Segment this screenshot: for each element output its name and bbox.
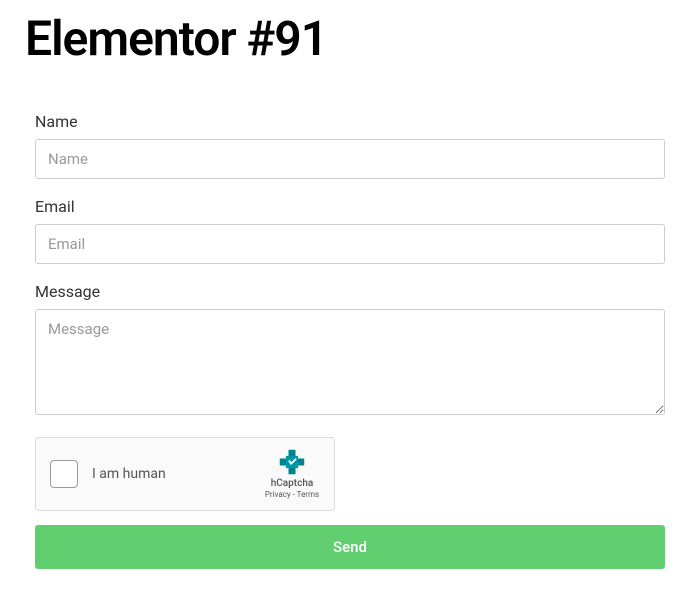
- hcaptcha-widget: I am human hCaptcha Privacy - Terms: [35, 437, 335, 511]
- hcaptcha-brand-name: hCaptcha: [271, 478, 314, 489]
- send-button[interactable]: Send: [35, 525, 665, 569]
- email-input[interactable]: [35, 224, 665, 264]
- page-title: Elementor #91: [0, 0, 690, 67]
- hcaptcha-icon: [278, 448, 306, 476]
- hcaptcha-brand: hCaptcha Privacy - Terms: [260, 448, 324, 500]
- email-label: Email: [35, 197, 665, 216]
- contact-form: Name Email Message I am human hCaptcha P…: [0, 67, 690, 569]
- name-label: Name: [35, 112, 665, 131]
- hcaptcha-checkbox[interactable]: [50, 460, 78, 488]
- hcaptcha-privacy-terms[interactable]: Privacy - Terms: [265, 490, 319, 500]
- name-field-group: Name: [35, 112, 665, 179]
- message-label: Message: [35, 282, 665, 301]
- message-field-group: Message: [35, 282, 665, 419]
- message-textarea[interactable]: [35, 309, 665, 415]
- hcaptcha-text: I am human: [92, 466, 260, 482]
- name-input[interactable]: [35, 139, 665, 179]
- email-field-group: Email: [35, 197, 665, 264]
